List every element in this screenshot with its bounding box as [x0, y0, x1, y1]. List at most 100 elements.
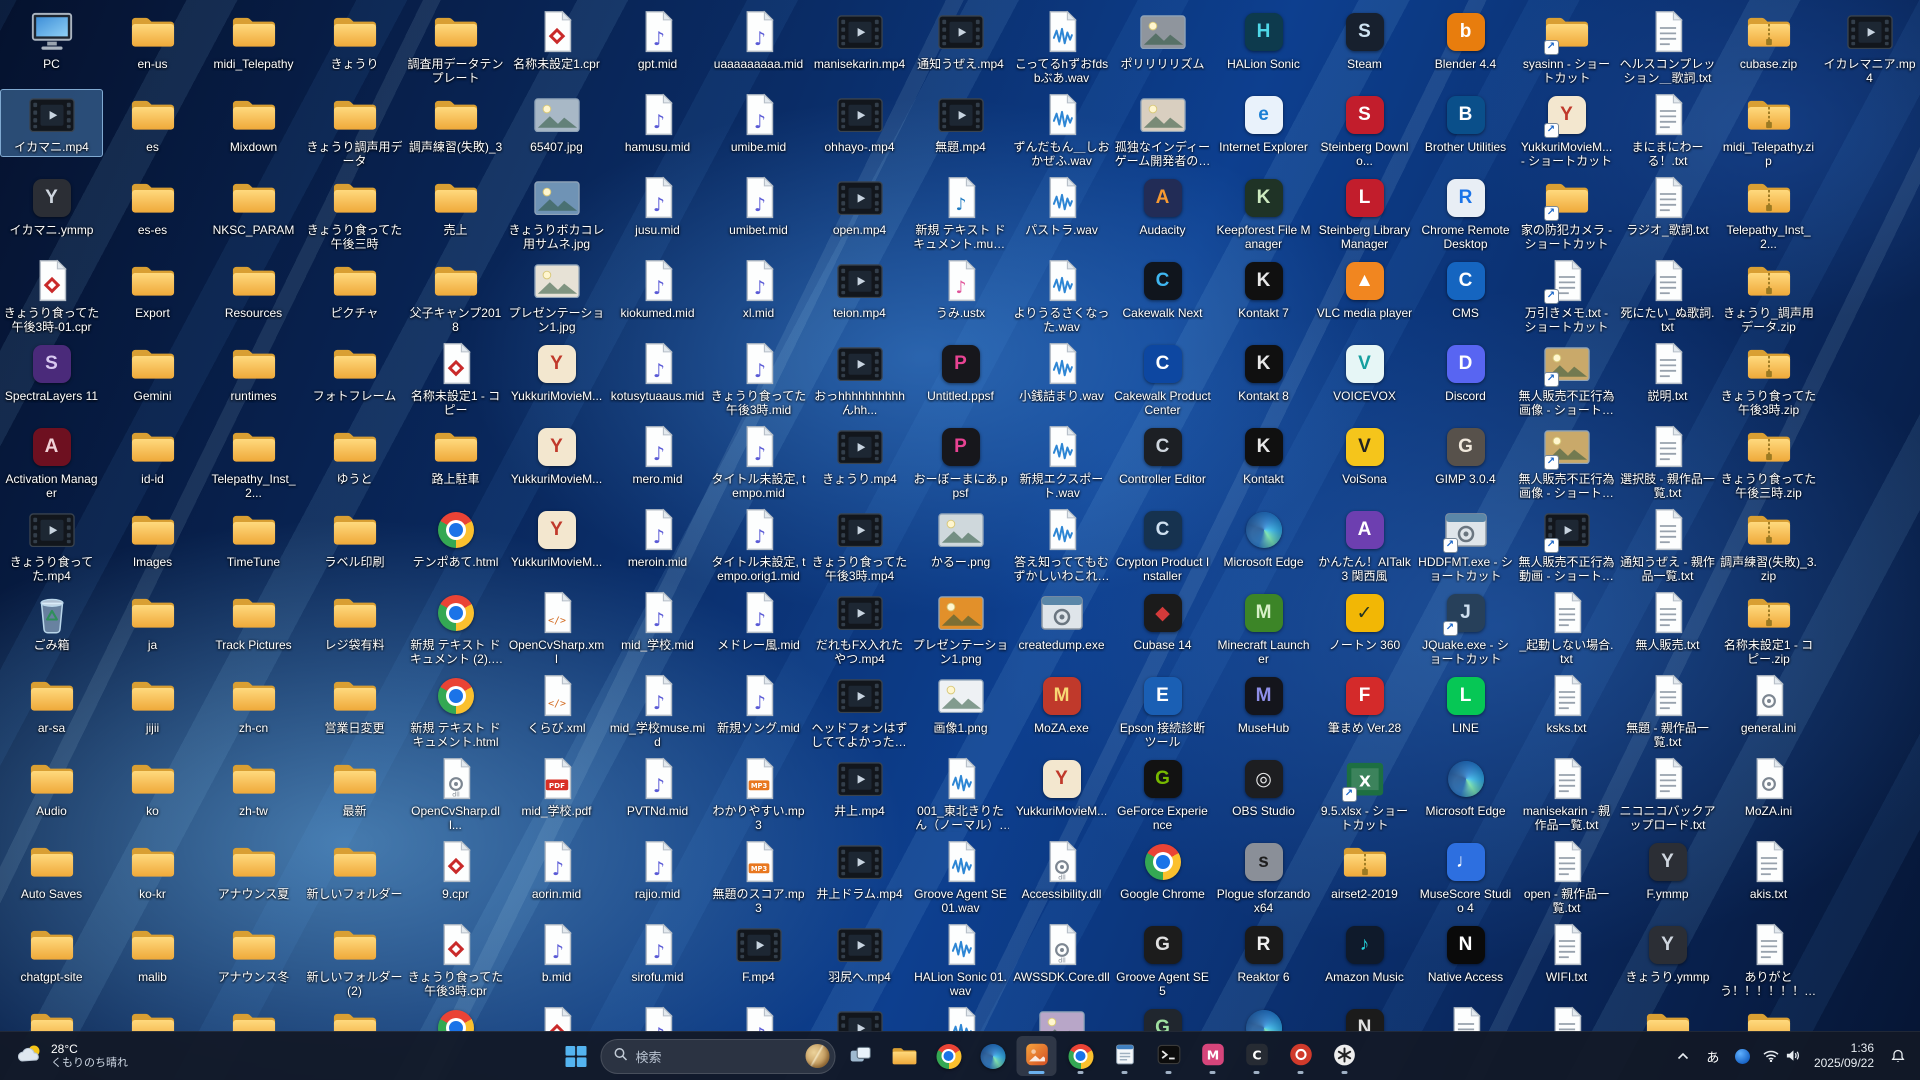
desktop-icon[interactable]: PDFmid_学校.pdf — [506, 753, 607, 836]
desktop-icon[interactable]: Microsoft Edge — [1415, 753, 1516, 836]
desktop-icon[interactable]: 選択肢 - 親作品一覧.txt — [1617, 421, 1718, 504]
desktop-icon[interactable]: きょうり食ってた午後三時.zip — [1718, 421, 1819, 504]
desktop-icon[interactable]: dllOpenCvSharp.dll... — [405, 753, 506, 836]
desktop-icon[interactable]: きょうり.mp4 — [809, 421, 910, 504]
desktop-icon[interactable]: YYukkuriMovieM... — [506, 338, 607, 421]
desktop-icon[interactable]: AAudacity — [1112, 172, 1213, 255]
desktop-icon[interactable]: es — [102, 89, 203, 172]
desktop-icon[interactable]: G — [1112, 1002, 1213, 1032]
desktop-icon[interactable]: ar-sa — [1, 670, 102, 753]
desktop-icon[interactable]: ko — [102, 753, 203, 836]
desktop-icon[interactable]: ♪タイトル未設定, tempo.orig1.mid — [708, 504, 809, 587]
desktop-icon[interactable] — [203, 1002, 304, 1032]
desktop-icon[interactable]: YF.ymmp — [1617, 836, 1718, 919]
desktop-icon[interactable]: </>OpenCvSharp.xml — [506, 587, 607, 670]
desktop-icon[interactable]: 売上 — [405, 172, 506, 255]
desktop-icon[interactable]: ksks.txt — [1516, 670, 1617, 753]
desktop-icon[interactable]: テンポあて.html — [405, 504, 506, 587]
desktop-icon[interactable]: J↗JQuake.exe - ショートカット — [1415, 587, 1516, 670]
desktop-icon[interactable]: ♪タイトル未設定, tempo.mid — [708, 421, 809, 504]
desktop-icon[interactable]: malib — [102, 919, 203, 1002]
notification-bell-icon[interactable] — [1884, 1038, 1912, 1074]
desktop-icon[interactable]: 新規 テキスト ドキュメント (2).html — [405, 587, 506, 670]
desktop-icon[interactable]: NNative Access — [1415, 919, 1516, 1002]
desktop-icon[interactable]: ♪ — [708, 1002, 809, 1032]
desktop-icon[interactable]: プレゼンテーション1.jpg — [506, 255, 607, 338]
desktop-icon[interactable]: midi_Telepathy — [203, 6, 304, 89]
desktop-icon[interactable]: ♪メドレー風.mid — [708, 587, 809, 670]
desktop-icon[interactable]: dllAccessibility.dll — [1011, 836, 1112, 919]
desktop-icon[interactable]: jijii — [102, 670, 203, 753]
desktop-icon[interactable]: きょうり_調声用データ.zip — [1718, 255, 1819, 338]
taskbar-app-red-app[interactable] — [1281, 1036, 1321, 1076]
desktop-icon[interactable]: ↗HDDFMT.exe - ショートカット — [1415, 504, 1516, 587]
desktop-icon[interactable]: ▲VLC media player — [1314, 255, 1415, 338]
desktop-icon[interactable]: Pおーぼーまにあ.ppsf — [910, 421, 1011, 504]
tray-chevron-button[interactable] — [1669, 1038, 1697, 1074]
desktop-icon[interactable]: 羽尻へ.mp4 — [809, 919, 910, 1002]
desktop-icon[interactable] — [1, 1002, 102, 1032]
desktop-icon[interactable]: en-us — [102, 6, 203, 89]
desktop-icon[interactable]: AActivation Manager — [1, 421, 102, 504]
desktop-icon[interactable]: 死にたい_ぬ歌詞.txt — [1617, 255, 1718, 338]
desktop-icon[interactable]: MMuseHub — [1213, 670, 1314, 753]
weather-widget[interactable]: 28°C くもりのち晴れ — [8, 1038, 138, 1074]
desktop-icon[interactable]: X↗9.5.xlsx - ショートカット — [1314, 753, 1415, 836]
desktop-icon[interactable]: 通知うぜえ.mp4 — [910, 6, 1011, 89]
desktop-icon[interactable]: Auto Saves — [1, 836, 102, 919]
desktop-icon[interactable]: SSpectraLayers 11 — [1, 338, 102, 421]
desktop-icon[interactable]: PC — [1, 6, 102, 89]
desktop-icon[interactable]: Audio — [1, 753, 102, 836]
desktop-icon[interactable]: きょうり — [304, 6, 405, 89]
desktop-icon[interactable]: ♪rajio.mid — [607, 836, 708, 919]
desktop-icon[interactable]: HALion Sonic 01.wav — [910, 919, 1011, 1002]
desktop-icon[interactable]: ♪aorin.mid — [506, 836, 607, 919]
taskbar-app-browser[interactable] — [1061, 1036, 1101, 1076]
desktop-icon[interactable]: ♪hamusu.mid — [607, 89, 708, 172]
desktop-icon[interactable]: フォトフレーム — [304, 338, 405, 421]
desktop-icon[interactable]: ↗万引きメモ.txt - ショートカット — [1516, 255, 1617, 338]
desktop-icon[interactable]: WIFI.txt — [1516, 919, 1617, 1002]
search-highlight-icon[interactable] — [806, 1044, 830, 1068]
desktop-icon[interactable]: SSteam — [1314, 6, 1415, 89]
desktop-icon[interactable]: YYukkuriMovieM... — [506, 421, 607, 504]
desktop-icon[interactable]: アナウンス冬 — [203, 919, 304, 1002]
desktop-icon[interactable]: ラジオ_歌詞.txt — [1617, 172, 1718, 255]
desktop-icon[interactable]: Gemini — [102, 338, 203, 421]
desktop-icon[interactable] — [809, 1002, 910, 1032]
desktop-icon[interactable]: CCakewalk Product Center — [1112, 338, 1213, 421]
desktop-icon[interactable]: BBrother Utilities — [1415, 89, 1516, 172]
desktop-icon[interactable] — [1011, 1002, 1112, 1032]
desktop-icon[interactable]: きょうり調声用データ — [304, 89, 405, 172]
desktop-icon[interactable]: 井上.mp4 — [809, 753, 910, 836]
desktop-icon[interactable]: 説明.txt — [1617, 338, 1718, 421]
desktop-icon[interactable]: ✓ノートン 360 — [1314, 587, 1415, 670]
desktop-icon[interactable]: 調査用データテンプレート — [405, 6, 506, 89]
desktop-icon[interactable] — [1617, 1002, 1718, 1032]
desktop-icon[interactable]: airset2-2019 — [1314, 836, 1415, 919]
desktop-icon[interactable]: 無題 - 親作品一覧.txt — [1617, 670, 1718, 753]
desktop-icon[interactable]: runtimes — [203, 338, 304, 421]
desktop-icon[interactable]: きょうり食ってた午後3時-01.cpr — [1, 255, 102, 338]
desktop-icon[interactable]: sPlogue sforzando x64 — [1213, 836, 1314, 919]
desktop-icon[interactable]: Track Pictures — [203, 587, 304, 670]
desktop-icon[interactable]: N — [1314, 1002, 1415, 1032]
desktop-icon[interactable]: きょうり食ってた午後3時.mp4 — [809, 504, 910, 587]
desktop-icon[interactable]: きょうりボカコレ用サムネ.jpg — [506, 172, 607, 255]
desktop-icon[interactable]: 名称未設定1 - コピー.zip — [1718, 587, 1819, 670]
desktop-icon[interactable]: アナウンス夏 — [203, 836, 304, 919]
desktop-icon[interactable]: GGeForce Experience — [1112, 753, 1213, 836]
desktop-icon[interactable] — [1516, 1002, 1617, 1032]
desktop-icon[interactable]: bBlender 4.4 — [1415, 6, 1516, 89]
desktop-icon[interactable]: CCakewalk Next — [1112, 255, 1213, 338]
desktop-icon[interactable]: ♪umibe.mid — [708, 89, 809, 172]
desktop-icon[interactable]: ♪jusu.mid — [607, 172, 708, 255]
desktop-icon[interactable]: Y↗YukkuriMovieM... - ショートカット — [1516, 89, 1617, 172]
desktop-icon[interactable]: TimeTune — [203, 504, 304, 587]
desktop-icon[interactable]: ↗無人販売不正行為動画 - ショートカット — [1516, 504, 1617, 587]
desktop-icon[interactable]: MMinecraft Launcher — [1213, 587, 1314, 670]
taskbar-app-media-app[interactable]: M — [1193, 1036, 1233, 1076]
desktop-icon[interactable]: ヘルスコンプレッション＿歌詞.txt — [1617, 6, 1718, 89]
desktop-icon[interactable]: Resources — [203, 255, 304, 338]
desktop-icon[interactable] — [102, 1002, 203, 1032]
